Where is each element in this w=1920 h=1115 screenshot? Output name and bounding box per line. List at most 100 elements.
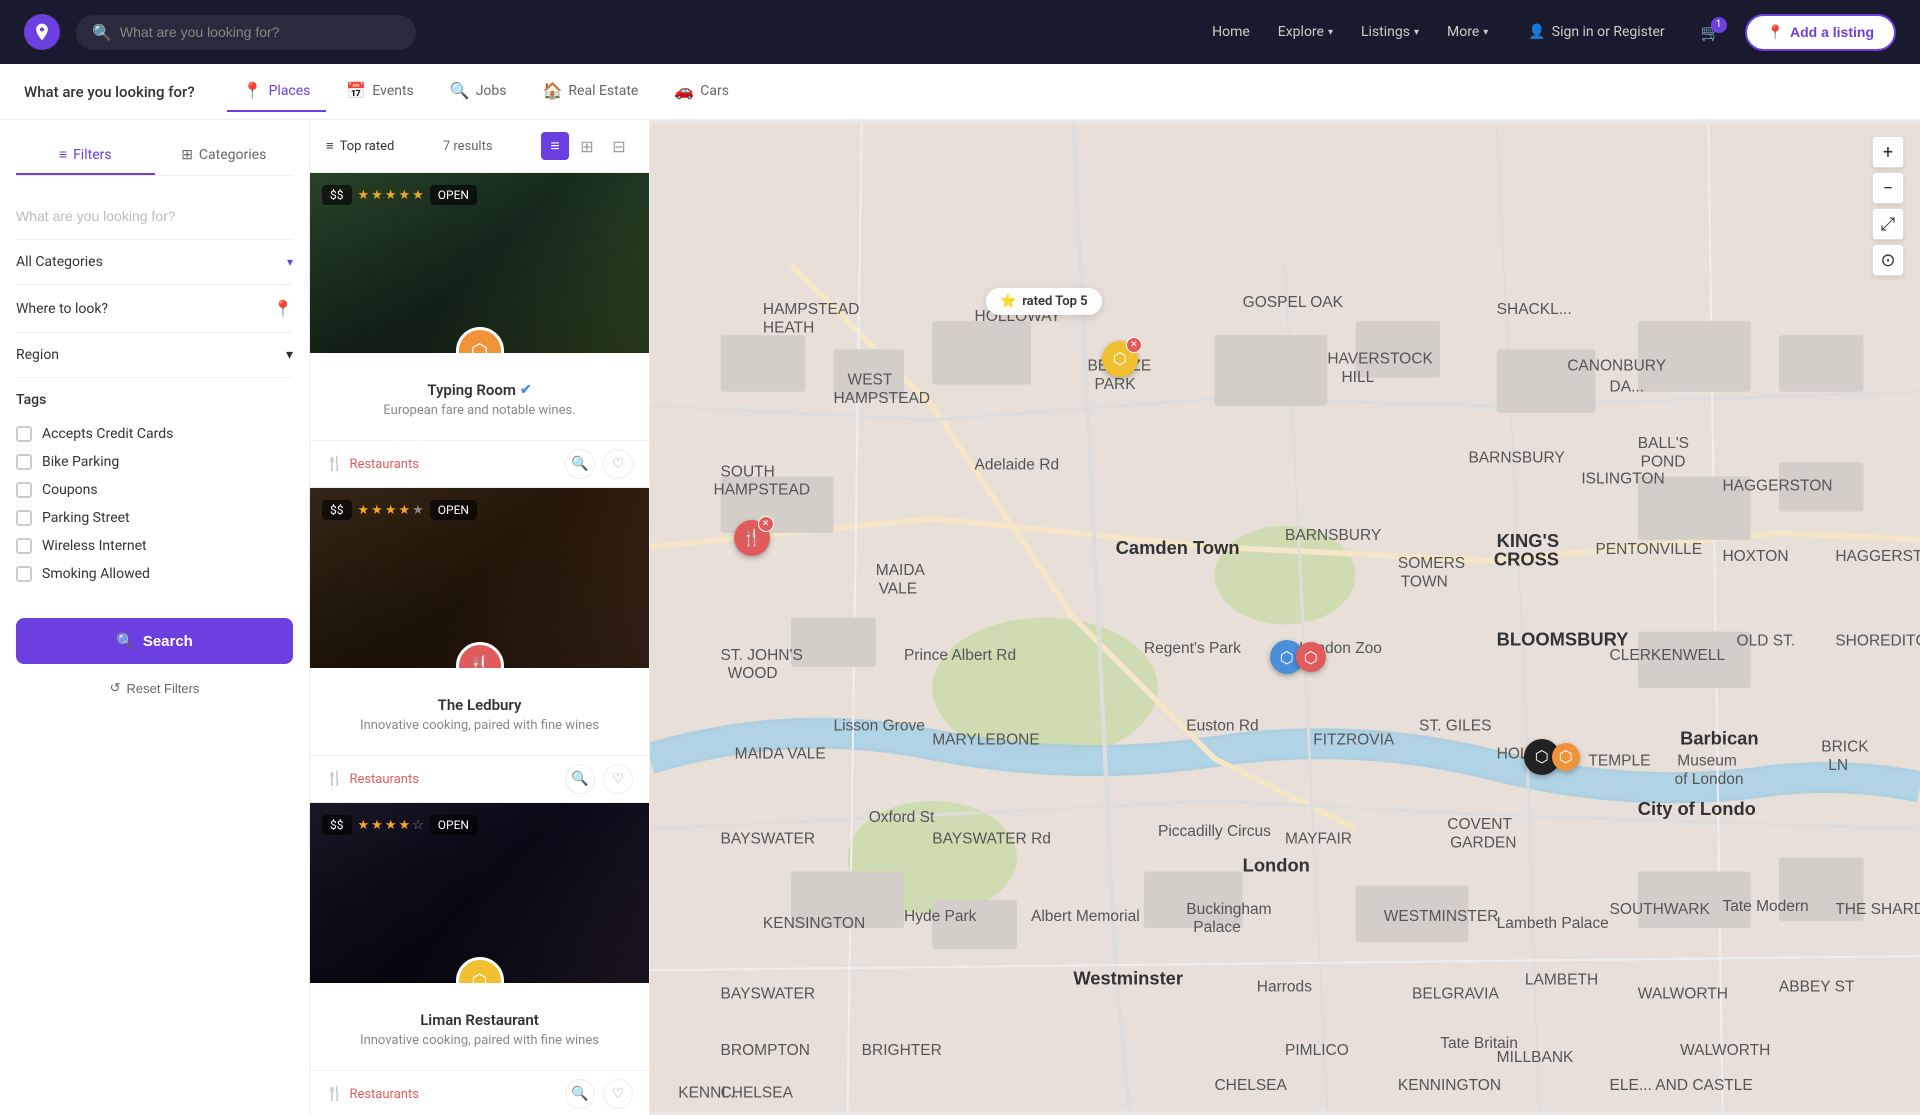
search-listing-btn-1[interactable]: 🔍 [565, 449, 595, 479]
svg-text:SHOREDITCH: SHOREDITCH [1835, 633, 1920, 650]
card-subtitle-1: European fare and notable wines. [326, 403, 633, 418]
map-pin-1[interactable]: 🍴 ✕ [734, 520, 770, 556]
favorite-btn-2[interactable]: ♡ [603, 764, 633, 794]
svg-text:CLERKENWELL: CLERKENWELL [1610, 647, 1726, 664]
sidebar-tab-filters[interactable]: ≡ Filters [16, 136, 155, 175]
region-select[interactable]: Region ▾ [16, 333, 293, 378]
view-map[interactable]: ⊟ [605, 132, 633, 160]
search-button[interactable]: 🔍 Search [16, 618, 293, 664]
tag-wireless-internet[interactable]: Wireless Internet [16, 532, 293, 560]
card-title-1: Typing Room ✔ [326, 381, 633, 399]
svg-text:BELGRAVIA: BELGRAVIA [1412, 986, 1499, 1003]
tag-parking-street[interactable]: Parking Street [16, 504, 293, 532]
pin-icon: 📍 [1767, 24, 1784, 41]
favorite-btn-3[interactable]: ♡ [603, 1079, 633, 1109]
card-footer-3: 🍴 Restaurants 🔍 ♡ [310, 1070, 649, 1115]
tab-cars[interactable]: 🚗 Cars [658, 71, 745, 112]
checkbox-accepts-credit-cards[interactable] [16, 426, 32, 442]
add-listing-button[interactable]: 📍 Add a listing [1745, 14, 1896, 51]
svg-text:BALL'S: BALL'S [1638, 435, 1689, 452]
tag-accepts-credit-cards[interactable]: Accepts Credit Cards [16, 420, 293, 448]
tab-real-estate[interactable]: 🏠 Real Estate [527, 71, 655, 112]
svg-text:SHACKL...: SHACKL... [1497, 301, 1572, 318]
sidebar-tab-categories[interactable]: ⊞ Categories [155, 136, 294, 175]
card-category-2: 🍴 Restaurants [326, 771, 419, 787]
view-grid[interactable]: ⊞ [573, 132, 601, 160]
reset-icon: ↺ [110, 680, 121, 696]
card-badges-1: $$ ★★★★★ OPEN [322, 185, 477, 205]
map-pin-2[interactable]: ⬡ ✕ [1102, 341, 1138, 377]
jobs-icon: 🔍 [450, 81, 470, 100]
cart-button[interactable]: 🛒 1 [1693, 15, 1729, 50]
search-listing-btn-3[interactable]: 🔍 [565, 1079, 595, 1109]
reset-filters-button[interactable]: ↺ Reset Filters [16, 670, 293, 706]
fullscreen-button[interactable]: ⤢ [1872, 208, 1904, 240]
svg-text:TEMPLE: TEMPLE [1588, 753, 1650, 770]
keyword-input[interactable] [16, 208, 293, 224]
search-field [16, 192, 293, 240]
sort-top-rated[interactable]: ≡ Top rated [326, 138, 394, 154]
tab-jobs[interactable]: 🔍 Jobs [434, 71, 523, 112]
nav-explore[interactable]: Explore ▾ [1266, 16, 1345, 48]
listing-card-2[interactable]: $$ ★★★★★ OPEN 🍴 The Ledbury Innovative c… [310, 488, 649, 803]
map-pin-3[interactable]: ⬡ ⬡ [1270, 640, 1326, 674]
sidebar-tabs: ≡ Filters ⊞ Categories [16, 136, 293, 176]
pin-badge-2: ✕ [1126, 337, 1142, 353]
favorite-btn-1[interactable]: ♡ [603, 449, 633, 479]
view-toggles: ≡ ⊞ ⊟ [541, 132, 633, 160]
svg-text:Harrods: Harrods [1257, 978, 1312, 995]
categories-select[interactable]: All Categories ▾ [16, 240, 293, 285]
signin-button[interactable]: 👤 Sign in or Register [1516, 16, 1676, 48]
tag-coupons[interactable]: Coupons [16, 476, 293, 504]
listing-card-3[interactable]: $$ ★★★★☆ OPEN ⬡ Liman Restaurant Innovat… [310, 803, 649, 1115]
svg-text:PARK: PARK [1095, 376, 1137, 393]
svg-text:WALWORTH: WALWORTH [1638, 986, 1728, 1003]
svg-text:CROSS: CROSS [1494, 548, 1559, 569]
global-search[interactable]: 🔍 [76, 15, 416, 50]
map-pin-5[interactable]: ⬡ ⬡ [1524, 739, 1580, 775]
zoom-in-button[interactable]: + [1872, 136, 1904, 168]
search-btn-icon: 🔍 [116, 632, 135, 650]
open-badge: OPEN [430, 185, 477, 205]
search-listing-btn-2[interactable]: 🔍 [565, 764, 595, 794]
nav-more[interactable]: More ▾ [1435, 16, 1500, 48]
card-subtitle-3: Innovative cooking, paired with fine win… [326, 1033, 633, 1048]
checkbox-parking-street[interactable] [16, 510, 32, 526]
search-input[interactable] [120, 24, 400, 40]
svg-text:KENSINGTON: KENSINGTON [763, 915, 865, 932]
main-layout: ≡ Filters ⊞ Categories All Categories ▾ … [0, 120, 1920, 1115]
checkbox-coupons[interactable] [16, 482, 32, 498]
nav-home[interactable]: Home [1200, 16, 1262, 48]
restaurant-icon-3: 🍴 [326, 1086, 343, 1102]
svg-text:OLD ST.: OLD ST. [1737, 633, 1796, 650]
tag-smoking-allowed[interactable]: Smoking Allowed [16, 560, 293, 588]
svg-text:BROMPTON: BROMPTON [721, 1042, 810, 1059]
card-image-2: $$ ★★★★★ OPEN 🍴 [310, 488, 649, 668]
logo[interactable] [24, 14, 60, 50]
zoom-out-button[interactable]: − [1872, 172, 1904, 204]
cars-icon: 🚗 [674, 81, 694, 100]
svg-text:DA...: DA... [1610, 379, 1645, 396]
filter-icon: ≡ [326, 138, 334, 154]
card-category-1: 🍴 Restaurants [326, 456, 419, 472]
svg-text:LN: LN [1828, 757, 1848, 774]
svg-text:LAMBETH: LAMBETH [1525, 971, 1598, 988]
listing-card-1[interactable]: $$ ★★★★★ OPEN ⬡ Typing Room ✔ European f… [310, 173, 649, 488]
location-button[interactable]: ⊙ [1872, 244, 1904, 276]
checkbox-smoking-allowed[interactable] [16, 566, 32, 582]
tab-places[interactable]: 📍 Places [227, 71, 327, 112]
svg-text:FITZROVIA: FITZROVIA [1313, 732, 1395, 749]
card-actions-1: 🔍 ♡ [565, 449, 633, 479]
tab-events[interactable]: 📅 Events [330, 71, 429, 112]
checkbox-wireless-internet[interactable] [16, 538, 32, 554]
svg-text:HOXTON: HOXTON [1722, 548, 1788, 565]
nav-listings[interactable]: Listings ▾ [1349, 16, 1431, 48]
checkbox-bike-parking[interactable] [16, 454, 32, 470]
location-icon[interactable]: 📍 [273, 299, 293, 318]
svg-text:BAYSWATER: BAYSWATER [721, 986, 816, 1003]
svg-text:MAYFAIR: MAYFAIR [1285, 830, 1352, 847]
tag-bike-parking[interactable]: Bike Parking [16, 448, 293, 476]
svg-text:Albert Memorial: Albert Memorial [1031, 908, 1140, 925]
svg-text:PENTONVILLE: PENTONVILLE [1595, 541, 1702, 558]
view-list[interactable]: ≡ [541, 132, 569, 160]
